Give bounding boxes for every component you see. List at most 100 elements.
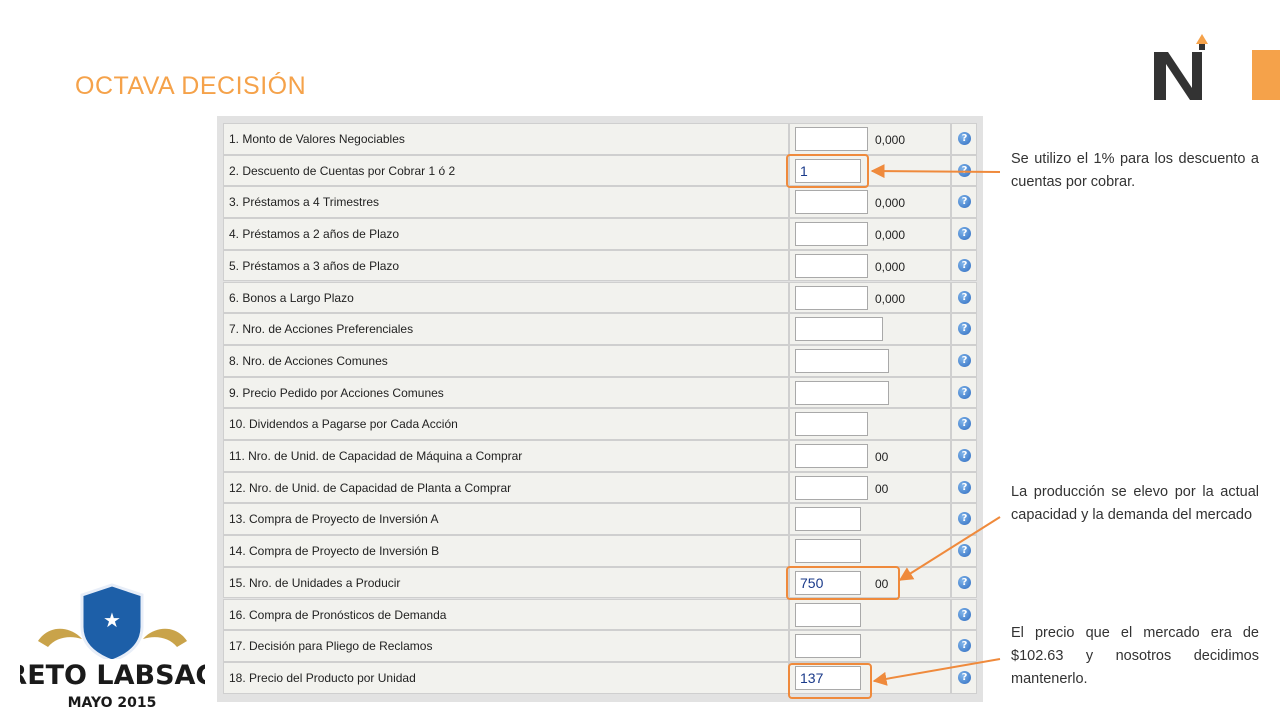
decision-input[interactable] bbox=[795, 317, 883, 342]
row-help-cell: ? bbox=[951, 376, 977, 409]
decision-input[interactable] bbox=[795, 444, 868, 468]
help-icon[interactable]: ? bbox=[958, 512, 971, 526]
table-row: 12. Nro. de Unid. de Capacidad de Planta… bbox=[223, 471, 977, 504]
decision-input[interactable] bbox=[795, 285, 868, 310]
row-label: 2. Descuento de Cuentas por Cobrar 1 ó 2 bbox=[229, 163, 456, 178]
row-label-cell: 10. Dividendos a Pagarse por Cada Acción bbox=[223, 408, 789, 440]
page-title: OCTAVA DECISIÓN bbox=[75, 72, 307, 100]
row-input-cell bbox=[789, 503, 951, 536]
reto-labsag-badge: ★ RETO LABSAG MAYO 2015 bbox=[20, 583, 205, 711]
highlight-price bbox=[788, 663, 872, 699]
row-label: 4. Préstamos a 2 años de Plazo bbox=[229, 227, 400, 242]
decision-input[interactable] bbox=[795, 127, 868, 151]
note-price: El precio que el mercado era de $102.63 … bbox=[1011, 625, 1259, 687]
row-label-cell: 12. Nro. de Unid. de Capacidad de Planta… bbox=[223, 471, 789, 504]
row-help-cell: ? bbox=[951, 186, 977, 219]
row-input-cell: 0,000 bbox=[789, 249, 951, 282]
row-label: 17. Decisión para Pliego de Reclamos bbox=[229, 639, 433, 654]
table-row: 8. Nro. de Acciones Comunes? bbox=[223, 344, 977, 377]
table-row: 3. Préstamos a 4 Trimestres 0,000? bbox=[223, 186, 977, 219]
table-row: 17. Decisión para Pliego de Reclamos? bbox=[223, 630, 977, 662]
highlight-production bbox=[786, 566, 900, 600]
table-row: 7. Nro. de Acciones Preferenciales? bbox=[223, 313, 977, 345]
svg-text:★: ★ bbox=[103, 608, 121, 632]
decision-input[interactable] bbox=[795, 190, 868, 215]
row-label: 8. Nro. de Acciones Comunes bbox=[229, 353, 388, 368]
row-input-cell bbox=[789, 598, 951, 631]
row-label: 7. Nro. de Acciones Preferenciales bbox=[229, 322, 414, 337]
row-input-cell bbox=[789, 630, 951, 662]
decision-input[interactable] bbox=[795, 380, 889, 405]
row-input-cell: 0,000 bbox=[789, 123, 951, 155]
help-icon[interactable]: ? bbox=[958, 353, 971, 367]
decision-input[interactable] bbox=[795, 475, 868, 500]
help-icon[interactable]: ? bbox=[958, 449, 971, 462]
help-icon[interactable]: ? bbox=[958, 132, 971, 145]
row-help-cell: ? bbox=[951, 154, 977, 187]
row-label: 10. Dividendos a Pagarse por Cada Acción bbox=[229, 417, 458, 432]
row-label: 1. Monto de Valores Negociables bbox=[229, 132, 405, 146]
highlight-discount bbox=[786, 154, 869, 188]
help-icon[interactable]: ? bbox=[958, 607, 971, 621]
row-help-cell: ? bbox=[951, 566, 977, 599]
note-production: La producción se elevo por la actual cap… bbox=[1011, 484, 1259, 523]
row-label: 6. Bonos a Largo Plazo bbox=[229, 290, 354, 305]
row-label-cell: 15. Nro. de Unidades a Producir bbox=[223, 566, 789, 599]
decision-input[interactable] bbox=[795, 222, 868, 247]
row-label-cell: 9. Precio Pedido por Acciones Comunes bbox=[223, 376, 789, 409]
row-label-cell: 17. Decisión para Pliego de Reclamos bbox=[223, 630, 789, 662]
row-label-cell: 7. Nro. de Acciones Preferenciales bbox=[223, 313, 789, 345]
row-help-cell: ? bbox=[951, 598, 977, 631]
row-input-cell bbox=[789, 535, 951, 567]
decision-input[interactable] bbox=[795, 253, 868, 278]
help-icon[interactable]: ? bbox=[958, 195, 971, 209]
table-row: 5. Préstamos a 3 años de Plazo 0,000? bbox=[223, 249, 977, 282]
table-row: 6. Bonos a Largo Plazo 0,000? bbox=[223, 281, 977, 314]
help-icon[interactable]: ? bbox=[958, 480, 971, 494]
decision-input[interactable] bbox=[795, 412, 868, 437]
row-help-cell: ? bbox=[951, 218, 977, 250]
accent-bar bbox=[1252, 50, 1280, 100]
decision-input[interactable] bbox=[795, 348, 889, 373]
help-icon[interactable]: ? bbox=[958, 322, 971, 336]
row-help-cell: ? bbox=[951, 249, 977, 282]
help-icon[interactable]: ? bbox=[958, 385, 971, 399]
row-label: 3. Préstamos a 4 Trimestres bbox=[229, 195, 380, 210]
row-label: 12. Nro. de Unid. de Capacidad de Planta… bbox=[229, 480, 512, 495]
row-suffix: 00 bbox=[875, 481, 889, 496]
row-input-cell bbox=[789, 408, 951, 440]
row-input-cell: 0,000 bbox=[789, 281, 951, 314]
table-row: 11. Nro. de Unid. de Capacidad de Máquin… bbox=[223, 440, 977, 472]
row-label-cell: 18. Precio del Producto por Unidad bbox=[223, 661, 789, 694]
row-label: 18. Precio del Producto por Unidad bbox=[229, 670, 416, 685]
row-input-cell bbox=[789, 344, 951, 377]
row-label: 16. Compra de Pronósticos de Demanda bbox=[229, 607, 447, 622]
row-help-cell: ? bbox=[951, 408, 977, 440]
decision-form: 1. Monto de Valores Negociables 0,000? 2. … bbox=[217, 116, 983, 702]
help-icon[interactable]: ? bbox=[958, 670, 971, 684]
table-row: 4. Préstamos a 2 años de Plazo 0,000? bbox=[223, 218, 977, 250]
row-help-cell: ? bbox=[951, 535, 977, 567]
help-icon[interactable]: ? bbox=[958, 258, 971, 272]
badge-line2: MAYO 2015 bbox=[68, 695, 157, 711]
decision-input[interactable] bbox=[795, 539, 861, 564]
help-icon[interactable]: ? bbox=[958, 575, 971, 589]
row-help-cell: ? bbox=[951, 123, 977, 155]
help-icon[interactable]: ? bbox=[958, 163, 971, 177]
help-icon[interactable]: ? bbox=[958, 544, 971, 558]
row-label-cell: 1. Monto de Valores Negociables bbox=[223, 123, 789, 155]
decision-input[interactable] bbox=[795, 602, 861, 627]
row-help-cell: ? bbox=[951, 281, 977, 314]
row-input-cell: 00 bbox=[789, 440, 951, 472]
row-input-cell: 00 bbox=[789, 471, 951, 504]
help-icon[interactable]: ? bbox=[958, 417, 971, 431]
table-row: 13. Compra de Proyecto de Inversión A? bbox=[223, 503, 977, 536]
help-icon[interactable]: ? bbox=[958, 639, 971, 653]
row-help-cell: ? bbox=[951, 661, 977, 694]
help-icon[interactable]: ? bbox=[958, 290, 971, 304]
help-icon[interactable]: ? bbox=[958, 227, 971, 241]
row-label-cell: 4. Préstamos a 2 años de Plazo bbox=[223, 218, 789, 250]
decision-input[interactable] bbox=[795, 634, 861, 659]
row-suffix: 0,000 bbox=[875, 196, 906, 211]
decision-input[interactable] bbox=[795, 507, 861, 532]
